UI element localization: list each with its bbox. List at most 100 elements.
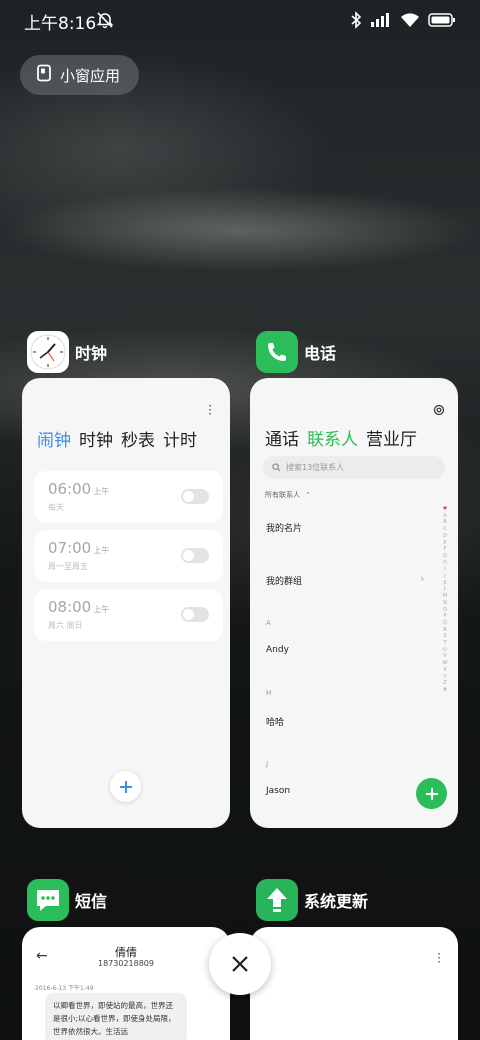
message-bubble: 以卿看世界，即使站的最高，世界还是很小;以心看世界，即使身处局限，世界依然很大。… bbox=[45, 993, 187, 1040]
alphabet-index-letter[interactable]: Q bbox=[441, 620, 449, 627]
messages-app-card[interactable]: ← 倩倩 18730218809 2016-6-13 下午1:49 以卿看世界，… bbox=[22, 927, 230, 1040]
alphabet-index-letter[interactable]: H bbox=[441, 560, 449, 567]
sort-icon: ⌃ bbox=[305, 491, 312, 499]
message-timestamp: 2016-6-13 下午1:49 bbox=[35, 985, 94, 992]
bluetooth-icon bbox=[350, 11, 362, 33]
alphabet-index-letter[interactable]: W bbox=[441, 660, 449, 667]
alphabet-index-letter[interactable]: E bbox=[441, 540, 449, 547]
clock-tabs: 闹钟 时钟 秒表 计时 bbox=[37, 426, 197, 451]
search-icon bbox=[272, 463, 281, 472]
battery-icon bbox=[428, 12, 456, 32]
alarm-time: 07:00 bbox=[48, 539, 92, 557]
alphabet-index-letter[interactable]: U bbox=[441, 647, 449, 654]
alphabet-index-letter[interactable]: K bbox=[441, 580, 449, 587]
contact-item[interactable]: Andy bbox=[266, 645, 289, 655]
alphabet-index-letter[interactable]: B bbox=[441, 519, 449, 526]
alarm-item[interactable]: 08:00 上午 周六 周日 bbox=[34, 589, 223, 641]
alphabet-index-letter[interactable]: L bbox=[441, 586, 449, 593]
alphabet-index-letter[interactable]: S bbox=[441, 633, 449, 640]
alphabet-index-letter[interactable]: G bbox=[441, 553, 449, 560]
tab-stopwatch[interactable]: 秒表 bbox=[121, 426, 155, 451]
tab-contacts[interactable]: 联系人 bbox=[307, 425, 358, 450]
alphabet-index-letter[interactable]: T bbox=[441, 640, 449, 647]
alphabet-index-letter[interactable]: ♥ bbox=[441, 506, 449, 513]
status-time: 上午8:16 bbox=[24, 14, 97, 34]
phone-app-icon bbox=[256, 331, 298, 373]
system-update-app-name: 系统更新 bbox=[304, 892, 369, 911]
alarm-item[interactable]: 07:00 上午 周一至周五 bbox=[34, 530, 223, 582]
system-update-app-header[interactable]: 系统更新 bbox=[256, 879, 368, 921]
alphabet-index-letter[interactable]: J bbox=[441, 573, 449, 580]
alphabet-index-letter[interactable]: X bbox=[441, 667, 449, 674]
wifi-icon bbox=[400, 12, 420, 32]
alphabet-index-letter[interactable]: Z bbox=[441, 680, 449, 687]
alarm-toggle[interactable] bbox=[181, 607, 209, 622]
system-update-app-card[interactable]: · · · bbox=[250, 927, 458, 1040]
messages-app-name: 短信 bbox=[75, 892, 108, 911]
my-card-item[interactable]: 我的名片 bbox=[266, 521, 302, 534]
phone-app-header[interactable]: 电话 bbox=[256, 331, 336, 373]
clock-app-name: 时钟 bbox=[75, 344, 108, 363]
alphabet-index-letter[interactable]: M bbox=[441, 593, 449, 600]
close-icon bbox=[232, 956, 248, 972]
contact-item[interactable]: Jason bbox=[266, 786, 290, 796]
small-window-icon bbox=[36, 64, 52, 86]
contacts-search-input[interactable]: 搜索13位联系人 bbox=[263, 456, 445, 479]
plus-icon bbox=[425, 787, 438, 800]
contacts-filter[interactable]: 所有联系人 ⌃ bbox=[265, 490, 311, 500]
alphabet-index-letter[interactable]: # bbox=[441, 687, 449, 694]
clear-all-button[interactable] bbox=[209, 933, 271, 995]
alarm-ampm: 上午 bbox=[93, 546, 110, 555]
section-letter: H bbox=[266, 689, 272, 697]
alphabet-index-letter[interactable]: I bbox=[441, 566, 449, 573]
alphabet-index-letter[interactable]: C bbox=[441, 526, 449, 533]
alarm-item[interactable]: 06:00 上午 每天 bbox=[34, 471, 223, 523]
alphabet-index-letter[interactable]: O bbox=[441, 607, 449, 614]
chevron-right-icon: › bbox=[420, 572, 425, 585]
alphabet-index-letter[interactable]: A bbox=[441, 513, 449, 520]
system-update-app-icon bbox=[256, 879, 298, 921]
clock-app-card[interactable]: · · · 闹钟 时钟 秒表 计时 06:00 上午 每天 07:00 上午 周一至周五… bbox=[22, 378, 230, 828]
alphabet-index-letter[interactable]: R bbox=[441, 627, 449, 634]
tab-calls[interactable]: 通话 bbox=[265, 425, 299, 450]
clock-app-header[interactable]: 时钟 bbox=[27, 331, 107, 373]
add-alarm-button[interactable] bbox=[110, 771, 141, 802]
phone-app-card[interactable]: 通话 联系人 营业厅 搜索13位联系人 所有联系人 ⌃ 我的名片 我的群组 › … bbox=[250, 378, 458, 828]
alarm-repeat: 周六 周日 bbox=[48, 621, 83, 630]
plus-icon bbox=[119, 780, 132, 793]
alphabet-index-letter[interactable]: D bbox=[441, 533, 449, 540]
alarm-toggle[interactable] bbox=[181, 489, 209, 504]
alarm-ampm: 上午 bbox=[93, 487, 110, 496]
clock-app-icon bbox=[27, 331, 69, 373]
tab-clock[interactable]: 时钟 bbox=[79, 426, 113, 451]
alarm-time: 08:00 bbox=[48, 598, 92, 616]
alarm-toggle[interactable] bbox=[181, 548, 209, 563]
alphabet-index-letter[interactable]: P bbox=[441, 613, 449, 620]
add-contact-button[interactable] bbox=[416, 778, 447, 809]
more-options-icon[interactable]: · · · bbox=[206, 400, 214, 420]
alphabet-index-letter[interactable]: V bbox=[441, 653, 449, 660]
contact-item[interactable]: 哈哈 bbox=[266, 715, 284, 728]
status-bar: 上午8:16 bbox=[0, 0, 480, 40]
alphabet-index-letter[interactable]: N bbox=[441, 600, 449, 607]
alphabet-index-letter[interactable]: F bbox=[441, 546, 449, 553]
small-window-apps-button[interactable]: 小窗应用 bbox=[20, 55, 139, 95]
contacts-filter-label: 所有联系人 bbox=[265, 491, 300, 499]
alarm-ampm: 上午 bbox=[93, 605, 110, 614]
tab-timer[interactable]: 计时 bbox=[163, 426, 197, 451]
more-options-icon[interactable]: · · · bbox=[435, 948, 443, 968]
alphabet-index-letter[interactable]: Y bbox=[441, 674, 449, 681]
my-groups-item[interactable]: 我的群组 bbox=[266, 574, 302, 587]
conversation-contact-number: 18730218809 bbox=[98, 959, 154, 968]
small-window-label: 小窗应用 bbox=[60, 66, 121, 85]
tab-alarm[interactable]: 闹钟 bbox=[37, 426, 71, 451]
search-placeholder: 搜索13位联系人 bbox=[286, 463, 345, 472]
alarm-repeat: 周一至周五 bbox=[48, 562, 88, 571]
section-letter: J bbox=[266, 760, 269, 768]
tab-service-hall[interactable]: 营业厅 bbox=[366, 425, 417, 450]
settings-icon[interactable] bbox=[433, 401, 445, 420]
alphabet-index[interactable]: ♥ A B C D E F G H I J K L M N O P Q R S T U V W X Y Z # bbox=[441, 506, 449, 694]
mute-icon bbox=[96, 11, 114, 29]
phone-tabs: 通话 联系人 营业厅 bbox=[265, 425, 417, 450]
messages-app-header[interactable]: 短信 bbox=[27, 879, 107, 921]
